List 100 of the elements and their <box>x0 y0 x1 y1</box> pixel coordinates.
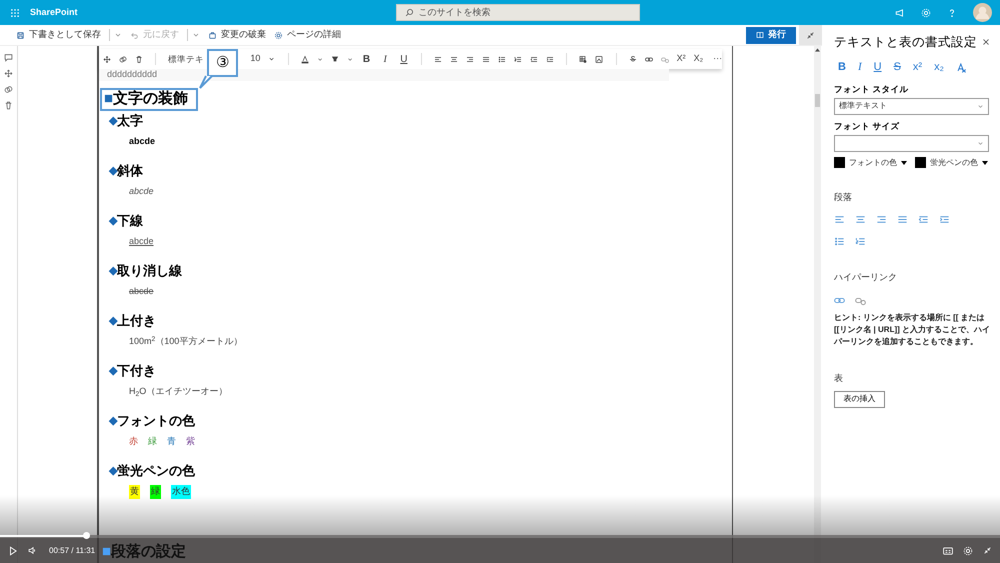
caret-icon <box>901 160 907 164</box>
script-button[interactable]: X² <box>676 52 686 66</box>
highlighter-icon[interactable] <box>330 54 339 64</box>
search-field[interactable]: このサイトを検索 <box>396 4 640 21</box>
book-icon <box>756 31 764 39</box>
format-button[interactable]: x² <box>912 58 922 76</box>
sample-text: 100m$^{2}$（100平方メートル） <box>129 335 242 348</box>
move-icon[interactable] <box>4 69 13 78</box>
section-label: 段落 <box>834 190 853 204</box>
captions-icon[interactable] <box>943 546 953 556</box>
subheading: ◆下付き <box>109 362 157 380</box>
delete-icon[interactable] <box>135 54 144 64</box>
format-button[interactable]: U <box>398 52 410 66</box>
minimize-icon[interactable] <box>983 546 992 554</box>
table-icon[interactable] <box>579 54 588 64</box>
progress-track[interactable] <box>0 535 1000 538</box>
sample-text: abcde <box>129 135 156 148</box>
command-button[interactable]: 変更の破棄 <box>208 28 266 42</box>
text-line: dddddddddd <box>107 68 158 82</box>
script-button[interactable]: X₂ <box>694 52 704 66</box>
chevron-icon[interactable] <box>316 56 323 62</box>
field-label: フォント サイズ <box>834 120 900 132</box>
command-button[interactable]: 下書きとして保存 <box>16 28 101 42</box>
color-picker[interactable]: フォントの色 <box>834 156 907 168</box>
colored-text: 緑 <box>148 435 157 448</box>
hint-text: ヒント: リンクを表示する場所に [[ または [[リンク名 | URL]] と入力することで、ハイパーリンクを追加することもできます。 <box>834 312 990 348</box>
subheading: ◆斜体 <box>109 162 144 180</box>
section-label: 表 <box>834 372 844 384</box>
sample-text: abcde <box>129 285 154 298</box>
font-size-dropdown[interactable] <box>834 134 989 152</box>
format-button[interactable]: S <box>894 58 901 76</box>
numbered-list-icon[interactable] <box>514 54 522 64</box>
strikethrough-icon[interactable] <box>628 54 637 64</box>
duplicate-icon[interactable] <box>119 54 128 64</box>
panel-title: テキストと表の書式設定 <box>834 34 977 51</box>
numbered-list-icon[interactable] <box>855 236 866 247</box>
app-launcher-icon[interactable] <box>10 8 20 18</box>
highlighted-text: 黄 <box>129 485 140 499</box>
sample-text: abcde <box>129 185 154 198</box>
undo-icon <box>130 30 139 40</box>
progress-handle[interactable] <box>83 532 90 539</box>
format-button[interactable]: B <box>838 58 846 76</box>
comment-icon[interactable] <box>4 53 13 62</box>
subheading: ◆太字 <box>109 112 144 130</box>
format-button[interactable]: I <box>858 58 862 76</box>
collapse-icon <box>806 30 815 40</box>
publish-button[interactable]: 発行 <box>746 26 796 44</box>
color-picker[interactable]: 蛍光ペンの色 <box>915 156 988 168</box>
font-size-dropdown[interactable]: 10 <box>250 52 260 66</box>
highlighted-text: 緑 <box>150 485 161 499</box>
sample-text: abcde <box>129 235 154 248</box>
search-icon <box>404 8 414 17</box>
chevron-icon[interactable] <box>114 31 122 39</box>
move-icon[interactable] <box>103 54 112 64</box>
chevron-icon <box>977 140 984 146</box>
sample-text: H$_{2}$O（エイチツーオー） <box>129 385 228 399</box>
colored-text: 紫 <box>186 435 195 448</box>
colored-text: 青 <box>167 435 176 448</box>
chevron-icon[interactable] <box>346 56 354 62</box>
help-icon[interactable] <box>947 8 957 18</box>
clear-format-icon[interactable] <box>956 62 967 72</box>
format-button[interactable]: U <box>874 58 882 76</box>
scroll-up-icon[interactable] <box>815 48 820 52</box>
settings-icon <box>274 30 283 40</box>
more-button[interactable]: ··· <box>713 52 722 66</box>
format-button[interactable]: I <box>380 52 390 66</box>
field-label: フォント スタイル <box>834 83 910 96</box>
font-style-dropdown[interactable]: 標準テキスト <box>834 98 989 115</box>
outdent-icon[interactable] <box>530 54 538 64</box>
subheading: ◆取り消し線 <box>109 262 183 280</box>
chevron-icon[interactable] <box>268 55 276 63</box>
section-label: ハイパーリンク <box>834 271 898 284</box>
collapse-button[interactable] <box>799 25 822 45</box>
text-style-dropdown[interactable]: 標準テキ <box>168 52 204 66</box>
volume-icon[interactable] <box>28 546 37 555</box>
play-icon[interactable] <box>8 546 18 556</box>
subheading: ◆上付き <box>109 312 157 330</box>
megaphone-icon[interactable] <box>895 8 905 18</box>
subheading: ◆下線 <box>109 212 144 230</box>
video-time: 00:57 / 11:31 <box>49 544 96 556</box>
settings-icon[interactable] <box>963 546 973 556</box>
format-button[interactable]: B <box>361 52 372 66</box>
duplicate-icon[interactable] <box>4 85 13 94</box>
delete-icon[interactable] <box>4 101 13 110</box>
callout-bubble: ③ <box>207 49 238 77</box>
caret-icon <box>982 160 988 164</box>
chevron-icon <box>977 102 984 110</box>
format-button[interactable]: x₂ <box>934 58 944 76</box>
insert-table-button[interactable]: 表の挿入 <box>834 390 885 408</box>
subheading: ◆蛍光ペンの色 <box>109 462 196 480</box>
colored-text: 赤 <box>129 435 138 448</box>
font-color-icon[interactable] <box>300 54 309 64</box>
command-button[interactable]: ページの詳細 <box>274 28 341 42</box>
link-icon[interactable] <box>644 54 653 64</box>
bullet-list-icon[interactable] <box>498 54 506 64</box>
close-icon[interactable] <box>982 38 990 46</box>
scrollbar-thumb[interactable] <box>815 94 820 107</box>
section-heading: ■段落の設定 <box>102 542 188 562</box>
indent-icon[interactable] <box>546 54 554 64</box>
image-icon[interactable] <box>595 54 604 64</box>
